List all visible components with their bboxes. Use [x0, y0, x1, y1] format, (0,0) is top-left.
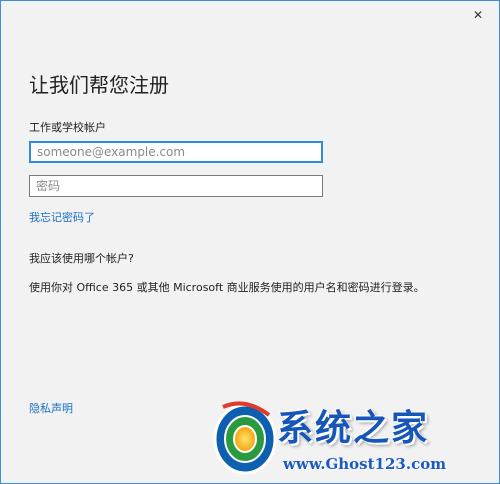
page-title: 让我们帮您注册 — [29, 73, 169, 97]
account-type-label: 工作或学校帐户 — [29, 121, 106, 134]
watermark: 系统之家 www.Ghost123.com — [207, 393, 499, 483]
title-bar: ✕ — [1, 1, 499, 29]
signin-dialog: ✕ 让我们帮您注册 工作或学校帐户 我忘记密码了 我应该使用哪个帐户? 使用你对… — [0, 0, 500, 484]
system-home-logo-icon — [213, 401, 277, 475]
email-field[interactable] — [29, 141, 323, 163]
privacy-statement-link[interactable]: 隐私声明 — [29, 400, 73, 416]
which-account-heading: 我应该使用哪个帐户? — [29, 252, 134, 265]
close-icon: ✕ — [472, 8, 484, 22]
close-button[interactable]: ✕ — [467, 5, 489, 25]
forgot-password-link[interactable]: 我忘记密码了 — [29, 209, 95, 225]
password-field[interactable] — [29, 175, 323, 197]
watermark-brand: 系统之家 — [277, 407, 430, 449]
watermark-url: www.Ghost123.com — [283, 455, 447, 473]
account-description: 使用你对 Office 365 或其他 Microsoft 商业服务使用的用户名… — [29, 281, 425, 294]
